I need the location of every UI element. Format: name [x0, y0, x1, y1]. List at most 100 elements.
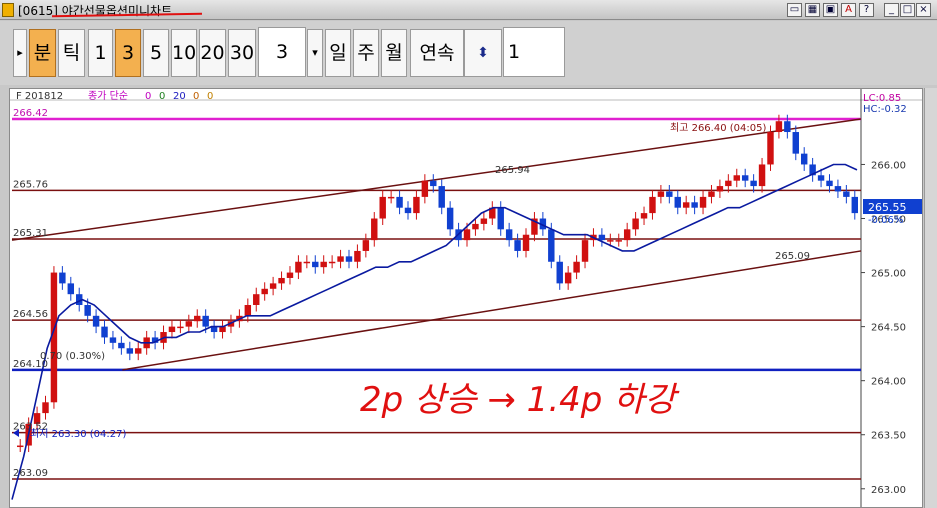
candle-body-69 [598, 234, 606, 241]
candle-body-44 [387, 196, 395, 199]
ytick-label-3: 264.50 [871, 323, 906, 334]
hline-label-0: 266.42 [13, 108, 48, 119]
candle-body-10 [101, 326, 108, 338]
candle-body-53 [463, 229, 471, 241]
period-button-5[interactable]: 10 [171, 29, 197, 77]
candle-body-84 [725, 180, 732, 187]
panel-icon[interactable]: ▣ [823, 3, 838, 17]
font-icon[interactable]: A [841, 3, 856, 17]
candle-body-8 [84, 305, 91, 316]
ytick-label-6: 263.00 [871, 485, 906, 496]
help-icon[interactable]: ? [859, 3, 874, 17]
candle-body-59 [514, 240, 521, 251]
scroll-strip[interactable] [924, 88, 937, 508]
hline-label-3: 264.56 [13, 309, 48, 320]
count-input[interactable]: 1 [503, 27, 565, 77]
price-chart[interactable]: 266.00265.50265.00264.50264.00263.50263.… [10, 89, 922, 507]
candle-body-47 [413, 196, 420, 214]
hline-label-6: 263.09 [13, 468, 48, 479]
chart-panel[interactable]: 266.00 265.50 265.00 264.50 264.00 263.50 263.… [9, 88, 923, 508]
candle-body-82 [708, 191, 715, 197]
minimize-button[interactable]: _ [884, 3, 899, 17]
legend-indicator: 종가 단순 [88, 90, 128, 102]
candle-body-95 [817, 175, 825, 181]
candle-body-5 [59, 272, 66, 284]
candle-body-67 [581, 240, 589, 262]
candle-body-83 [716, 186, 724, 192]
candle-body-87 [750, 180, 757, 187]
layout-icon[interactable]: ▭ [787, 3, 802, 17]
candle-body-93 [800, 153, 808, 165]
candle-body-36 [320, 261, 327, 268]
candle-body-45 [396, 196, 403, 208]
candle-body-30 [269, 283, 277, 289]
candle-body-13 [126, 348, 134, 354]
month-button[interactable]: 월 [381, 29, 407, 77]
candle-body-46 [404, 207, 412, 214]
candle-body-31 [278, 277, 285, 284]
period-button-2[interactable]: 1 [88, 29, 113, 77]
candle-body-77 [666, 191, 673, 197]
close-button[interactable]: × [916, 3, 931, 17]
mid-high-annotation: 265.94 [495, 165, 530, 176]
candle-body-39 [345, 256, 353, 262]
trendlines [11, 118, 862, 371]
maximize-button[interactable]: □ [900, 3, 915, 17]
candle-body-98 [843, 191, 850, 197]
candle-body-11 [109, 337, 117, 343]
candle-body-22 [202, 315, 209, 327]
candle-body-57 [497, 207, 504, 230]
expand-arrow-button[interactable]: ▸ [13, 29, 27, 77]
period-button-1[interactable]: 틱 [58, 29, 85, 77]
legend-value-1: 0 [145, 91, 151, 102]
app-icon [2, 3, 14, 17]
candle-body-14 [135, 348, 142, 354]
candle-body-65 [564, 272, 572, 284]
hc-stat: HC:-0.32 [863, 104, 907, 115]
candle-body-86 [741, 175, 749, 181]
candle-body-48 [421, 180, 429, 197]
period-button-7[interactable]: 30 [228, 29, 256, 77]
candle-body-89 [767, 132, 774, 165]
candle-body-88 [758, 164, 766, 187]
moving-average-line [11, 163, 858, 500]
toolbar: ▸ 분 틱 1 3 5 10 20 30 3 ▾ 일 주 월 연속 ⬍ 1 [0, 21, 937, 85]
hline-label-2: 265.31 [13, 228, 48, 239]
period-button-4[interactable]: 5 [143, 29, 169, 77]
day-button[interactable]: 일 [325, 29, 351, 77]
candle-body-85 [733, 175, 740, 181]
candle-body-29 [261, 288, 268, 295]
legend-value-5: 0 [207, 91, 213, 102]
ytick-label-0: 266.00 [871, 160, 906, 171]
candle-body-54 [472, 223, 479, 230]
lc-stat: LC:0.85 [863, 93, 901, 104]
period-button-3[interactable]: 3 [115, 29, 141, 77]
candle-body-41 [362, 240, 370, 251]
candle-body-35 [312, 261, 319, 268]
grid-icon[interactable]: ▦ [805, 3, 820, 17]
period-button-6[interactable]: 20 [199, 29, 226, 77]
candle-body-75 [649, 196, 656, 214]
week-button[interactable]: 주 [353, 29, 379, 77]
period-button-0[interactable]: 분 [29, 29, 56, 77]
ytick-label-5: 263.50 [871, 431, 906, 442]
candle-body-73 [632, 218, 639, 230]
candle-body-55 [480, 218, 488, 224]
candle-body-42 [371, 218, 378, 241]
pct-annotation: 0.70 (0.30%) [40, 351, 105, 362]
interval-dropdown-button[interactable]: ▾ [307, 29, 323, 77]
continuous-button[interactable]: 연속 [410, 29, 464, 77]
candle-body-12 [118, 342, 125, 349]
updown-icon[interactable]: ⬍ [464, 29, 502, 77]
ytick-label-4: 264.00 [871, 377, 906, 388]
interval-input[interactable]: 3 [258, 27, 306, 77]
candle-body-76 [657, 191, 665, 197]
legend-symbol: F 201812 [16, 91, 63, 102]
candle-body-9 [92, 315, 100, 327]
candle-body-63 [548, 229, 555, 262]
candle-body-99 [851, 196, 858, 214]
candle-body-64 [556, 261, 563, 284]
candle-body-27 [244, 305, 252, 316]
candle-body-23 [210, 326, 218, 333]
candle-body-51 [446, 207, 454, 230]
